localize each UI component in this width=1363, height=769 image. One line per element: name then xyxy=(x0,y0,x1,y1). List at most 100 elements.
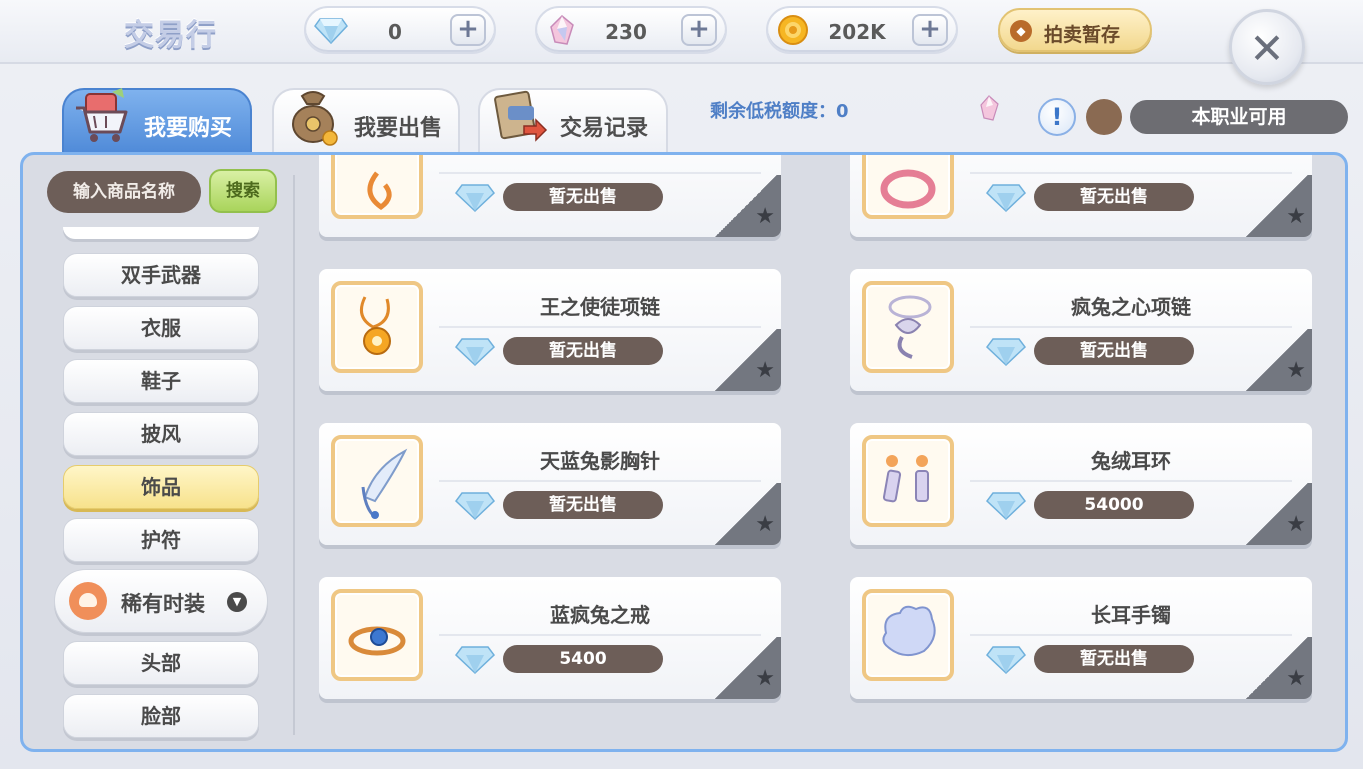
category-talisman[interactable]: 护符 xyxy=(63,518,259,562)
diamond-icon xyxy=(455,646,495,675)
category-two-handed-weapon[interactable]: 双手武器 xyxy=(63,253,259,297)
item-card[interactable]: 天蓝兔影胸针 暂无出售 ★ xyxy=(319,423,781,545)
close-button[interactable]: ✕ xyxy=(1229,9,1305,85)
market-panel: 输入商品名称 搜索 双手武器 衣服 鞋子 披风 饰品 护符 稀有时装 ▼ 头部 … xyxy=(20,152,1348,752)
tab-history[interactable]: 交易记录 xyxy=(478,88,668,154)
money-bag-icon xyxy=(292,91,338,146)
item-price: 暂无出售 xyxy=(1034,337,1194,365)
ring-icon xyxy=(880,169,936,209)
gold-coin-icon xyxy=(778,15,808,45)
item-card[interactable]: 兔绒耳环 54000 ★ xyxy=(850,423,1312,545)
diamond-icon xyxy=(986,184,1026,213)
diamond-icon xyxy=(455,338,495,367)
diamond-icon xyxy=(314,18,348,45)
category-shoes[interactable]: 鞋子 xyxy=(63,359,259,403)
item-price: 5400 xyxy=(503,645,663,673)
necklace-icon xyxy=(888,295,932,359)
job-filter-toggle[interactable] xyxy=(1086,99,1122,135)
gold-amount: 202K xyxy=(828,20,886,44)
item-icon-ring xyxy=(331,589,423,681)
item-icon-ring xyxy=(862,155,954,219)
crystal-amount: 230 xyxy=(605,20,647,44)
favorite-star-icon[interactable]: ★ xyxy=(1286,358,1306,383)
favorite-star-icon[interactable]: ★ xyxy=(1286,512,1306,537)
item-card[interactable]: 疯兔之心项链 暂无出售 ★ xyxy=(850,269,1312,391)
add-diamond-button[interactable]: + xyxy=(450,14,486,46)
search-input[interactable]: 输入商品名称 xyxy=(47,171,201,213)
rare-fashion-icon xyxy=(69,582,107,620)
diamond-icon xyxy=(455,184,495,213)
hammer-icon: ◆ xyxy=(1010,20,1032,42)
item-price: 暂无出售 xyxy=(503,337,663,365)
item-name: 王之使徒项链 xyxy=(540,295,660,319)
auction-storage-button[interactable]: ◆ 拍卖暂存 xyxy=(998,8,1152,52)
item-price: 暂无出售 xyxy=(1034,183,1194,211)
crystal-currency: 230 + xyxy=(535,6,727,54)
item-price: 暂无出售 xyxy=(503,491,663,519)
favorite-star-icon[interactable]: ★ xyxy=(755,358,775,383)
search-button[interactable]: 搜索 xyxy=(209,169,277,213)
sidebar-divider xyxy=(293,175,295,735)
favorite-star-icon[interactable]: ★ xyxy=(1286,204,1306,229)
item-name: 兔绒耳环 xyxy=(1091,449,1171,473)
tab-history-label: 交易记录 xyxy=(560,116,649,141)
item-grid: 暂无出售 ★ 暂无出售 ★ 王之使徒项链 暂无出售 ★ 疯兔之心项链 暂无出售 … xyxy=(303,155,1343,749)
crystal-icon xyxy=(980,95,999,121)
category-accessory[interactable]: 饰品 xyxy=(63,465,259,509)
tab-buy-label: 我要购买 xyxy=(144,116,233,141)
card-separator xyxy=(439,326,761,328)
info-button[interactable]: ! xyxy=(1038,98,1076,136)
favorite-star-icon[interactable]: ★ xyxy=(755,204,775,229)
gold-currency: 202K + xyxy=(766,6,958,54)
tab-buy[interactable]: 我要购买 xyxy=(62,88,252,154)
card-separator xyxy=(439,634,761,636)
category-face[interactable]: 脸部 xyxy=(63,694,259,738)
tab-sell[interactable]: 我要出售 xyxy=(272,88,460,154)
item-price: 暂无出售 xyxy=(503,183,663,211)
item-icon-earring xyxy=(331,155,423,219)
earring-icon xyxy=(367,171,392,211)
item-icon-brooch xyxy=(331,435,423,527)
category-clothes[interactable]: 衣服 xyxy=(63,306,259,350)
item-card[interactable]: 蓝疯兔之戒 5400 ★ xyxy=(319,577,781,699)
page-title: 交易行 xyxy=(124,18,217,53)
favorite-star-icon[interactable]: ★ xyxy=(1286,666,1306,691)
trade-record-icon xyxy=(494,90,548,142)
bracelet-icon xyxy=(882,605,936,657)
diamond-icon xyxy=(455,492,495,521)
item-icon-necklace xyxy=(331,281,423,373)
job-filter-label[interactable]: 本职业可用 xyxy=(1130,100,1348,134)
item-card[interactable]: 王之使徒项链 暂无出售 ★ xyxy=(319,269,781,391)
category-head[interactable]: 头部 xyxy=(63,641,259,685)
category-group-rare-fashion[interactable]: 稀有时装 ▼ xyxy=(54,569,268,633)
item-icon-necklace xyxy=(862,281,954,373)
diamond-icon xyxy=(986,492,1026,521)
item-price: 暂无出售 xyxy=(1034,645,1194,673)
chevron-down-icon: ▼ xyxy=(227,592,247,612)
favorite-star-icon[interactable]: ★ xyxy=(755,666,775,691)
item-card[interactable]: 暂无出售 ★ xyxy=(319,155,781,237)
add-gold-button[interactable]: + xyxy=(912,14,948,46)
diamond-icon xyxy=(986,646,1026,675)
low-tax-quota: 剩余低税额度：0 xyxy=(710,101,849,122)
item-price: 54000 xyxy=(1034,491,1194,519)
card-separator xyxy=(439,172,761,174)
category-cloak[interactable]: 披风 xyxy=(63,412,259,456)
brooch-icon xyxy=(361,448,408,519)
category-sidebar: 输入商品名称 搜索 双手武器 衣服 鞋子 披风 饰品 护符 稀有时装 ▼ 头部 … xyxy=(23,155,289,749)
earrings-icon xyxy=(882,455,929,503)
auction-storage-label: 拍卖暂存 xyxy=(1044,24,1121,46)
diamond-amount: 0 xyxy=(388,20,402,44)
favorite-star-icon[interactable]: ★ xyxy=(755,512,775,537)
item-icon-bracelet xyxy=(862,589,954,681)
item-card[interactable]: 暂无出售 ★ xyxy=(850,155,1312,237)
item-name: 天蓝兔影胸针 xyxy=(540,449,660,473)
item-name: 疯兔之心项链 xyxy=(1071,295,1191,319)
add-crystal-button[interactable]: + xyxy=(681,14,717,46)
card-separator xyxy=(970,634,1292,636)
item-card[interactable]: 长耳手镯 暂无出售 ★ xyxy=(850,577,1312,699)
diamond-currency: 0 + xyxy=(304,6,496,54)
tab-sell-label: 我要出售 xyxy=(354,116,443,141)
diamond-icon xyxy=(986,338,1026,367)
close-icon: ✕ xyxy=(1249,24,1285,73)
